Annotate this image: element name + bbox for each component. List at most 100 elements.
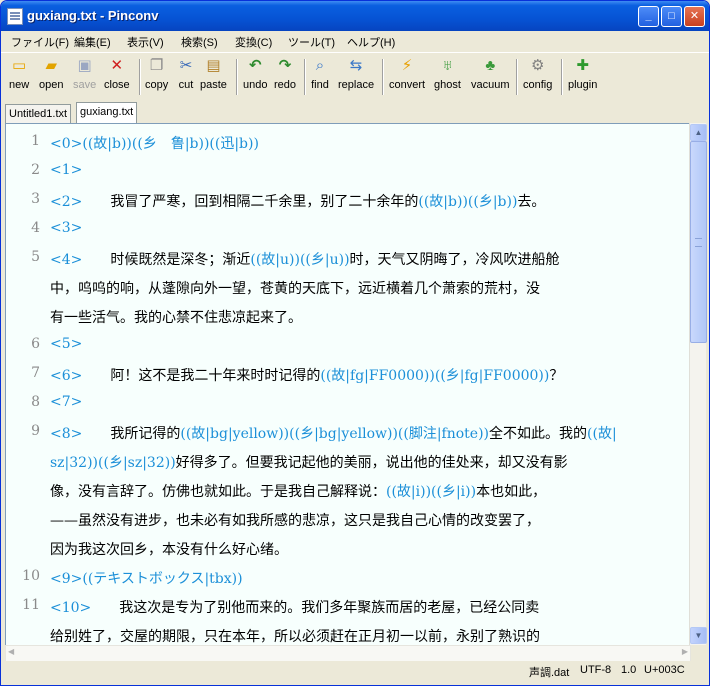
status-file: 声調.dat [529,667,570,679]
text-segment: 因为我这次回乡，本没有什么好心绪。 [50,542,288,558]
text-segment: ——虽然没有进步，也未必有如我所感的悲凉，这只是我自己心情的改变罢了， [50,513,540,529]
editor-line: <8> 我所记得的((故|bg|yellow))((乡|bg|yellow))(… [50,423,617,443]
editor-line: <1> [50,162,82,178]
tab-bar: Untitled1.txt guxiang.txt [1,101,709,123]
replace-button[interactable]: ⇆ replace [338,57,374,91]
editor-line: 中，呜呜的响，从蓬隙向外一望，苍黄的天底下，远近横着几个萧索的荒村，没 [50,278,540,298]
status-char-code: U+003C [644,664,685,676]
close-icon: ✕ [110,57,124,74]
tab-guxiang[interactable]: guxiang.txt [76,102,138,123]
markup-tag: ((故|i))((乡|i)) [386,484,477,500]
status-encoding: UTF-8 [580,664,612,676]
tab-untitled1[interactable]: Untitled1.txt [5,104,72,123]
close-button[interactable]: ✕ close [104,57,130,91]
markup-tag: ((故|b))((乡|b)) [418,194,518,210]
text-segment: 全不如此。我的 [489,426,588,442]
toolbar-separator [236,59,238,95]
text-segment: 好得多了。但要我记起他的美丽，说出他的佳处来，却又没有影 [175,455,568,471]
scissors-icon: ✂ [179,57,193,74]
undo-icon: ↶ [248,57,262,74]
menu-view[interactable]: 表示(V) [124,33,167,51]
clipboard-icon: ▤ [206,57,221,74]
text-segment: 我这次是专为了别他而来的。我们多年聚族而居的老屋，已经公同卖 [91,600,540,616]
markup-tag: <5> [50,336,83,352]
editor-line: 像，没有言辞了。仿佛也就如此。于是我自己解释说：((故|i))((乡|i))本也… [50,481,546,501]
menu-search[interactable]: 検索(S) [178,33,221,51]
markup-tag: <10> [50,600,92,616]
editor-line: 因为我这次回乡，本没有什么好心绪。 [50,539,288,559]
redo-button[interactable]: ↷ redo [274,57,296,91]
status-bar: 声調.dat UTF-8 1.0 U+003C [1,661,709,685]
vacuum-button[interactable]: ♣ vacuum [471,57,510,91]
line-number: 7 [31,365,40,381]
text-segment: 时，天气又阴晦了，冷风吹进船舱 [349,252,560,268]
line-number: 8 [31,394,40,410]
gear-icon: ⚙ [530,57,545,74]
minimize-button[interactable]: _ [638,6,659,27]
horizontal-scrollbar[interactable]: ◀ ▶ [5,645,691,662]
menu-bar: ファイル(F) 編集(E) 表示(V) 検索(S) 変換(C) ツール(T) ヘ… [1,31,709,51]
markup-tag: ((故|fg|FF0000))((乡|fg|FF0000)) [320,368,550,384]
ghost-icon: ♅ [441,57,454,74]
find-button[interactable]: ⌕ find [311,57,329,91]
scroll-right-button[interactable]: ▶ [682,647,688,656]
markup-tag: sz|32))((乡|sz|32)) [50,455,176,471]
ghost-button[interactable]: ♅ ghost [434,57,461,91]
menu-tools[interactable]: ツール(T) [285,33,338,51]
text-editor[interactable]: 1 <0>((故|b))((乡 鲁|b))((迅|b)) 2 <1> 3 <2> 我冒了严… [5,123,691,647]
markup-tag: <8> [50,426,83,442]
vacuum-icon: ♣ [485,57,496,74]
menu-edit[interactable]: 編集(E) [71,33,114,51]
paste-button[interactable]: ▤ paste [200,57,227,91]
text-segment: 我冒了严寒，回到相隔二千余里，别了二十余年的 [82,194,419,210]
editor-line: 有一些活气。我的心禁不住悲凉起来了。 [50,307,302,327]
save-icon: ▣ [77,57,92,74]
toolbar-separator [304,59,306,95]
status-version: 1.0 [621,664,637,676]
scroll-down-button[interactable]: ▼ [690,627,707,644]
cut-button[interactable]: ✂ cut [177,57,195,91]
toolbar-separator [516,59,518,95]
scroll-up-button[interactable]: ▲ [690,124,707,141]
title-bar[interactable]: guxiang.txt - Pinconv _ □ ✕ [1,1,709,31]
text-segment: 中，呜呜的响，从蓬隙向外一望，苍黄的天底下，远近横着几个萧索的荒村，没 [50,281,540,297]
markup-tag: <1> [50,162,83,178]
line-number: 2 [31,162,40,178]
open-button[interactable]: ▰ open [39,57,63,91]
copy-icon: ❐ [149,57,164,74]
menu-help[interactable]: ヘルプ(H) [344,33,398,51]
toolbar-separator [561,59,563,95]
new-file-icon: ▭ [12,57,27,74]
markup-tag: ((故|u))((乡|u)) [250,252,350,268]
puzzle-icon: ✚ [576,57,589,74]
markup-tag: <9>((テキストボックス|tbx)) [50,571,243,587]
maximize-button[interactable]: □ [661,6,682,27]
close-window-button[interactable]: ✕ [684,6,705,27]
copy-button[interactable]: ❐ copy [145,57,168,91]
scroll-thumb[interactable] [690,141,707,343]
line-number: 10 [22,568,40,584]
folder-icon: ▰ [45,57,57,74]
undo-button[interactable]: ↶ undo [243,57,267,91]
editor-line: <10> 我这次是专为了别他而来的。我们多年聚族而居的老屋，已经公同卖 [50,597,539,617]
scroll-left-button[interactable]: ◀ [8,647,14,656]
toolbar-separator [139,59,141,95]
convert-button[interactable]: ⚡ convert [389,57,425,91]
menu-file[interactable]: ファイル(F) [8,33,72,51]
replace-icon: ⇆ [349,57,363,74]
config-button[interactable]: ⚙ config [523,57,552,91]
toolbar: ▭ new ▰ open ▣ save ✕ close ❐ copy ✂ cut ▤ past… [1,52,709,99]
text-segment: ？ [549,368,564,384]
new-button[interactable]: ▭ new [9,57,29,91]
editor-line: <4> 时候既然是深冬；渐近((故|u))((乡|u))时，天气又阴晦了，冷风吹… [50,249,560,269]
save-button[interactable]: ▣ save [73,57,96,91]
editor-line: <0>((故|b))((乡 鲁|b))((迅|b)) [50,133,259,153]
markup-tag: ((故|bg|yellow))((乡|bg|yellow))((脚注|fnote… [180,426,490,442]
menu-convert[interactable]: 変換(C) [232,33,275,51]
line-number: 6 [31,336,40,352]
markup-tag: <4> [50,252,83,268]
line-number: 5 [31,249,40,265]
plugin-button[interactable]: ✚ plugin [568,57,597,91]
vertical-scrollbar[interactable]: ▲ ▼ [689,123,707,645]
lightning-icon: ⚡ [401,57,413,74]
